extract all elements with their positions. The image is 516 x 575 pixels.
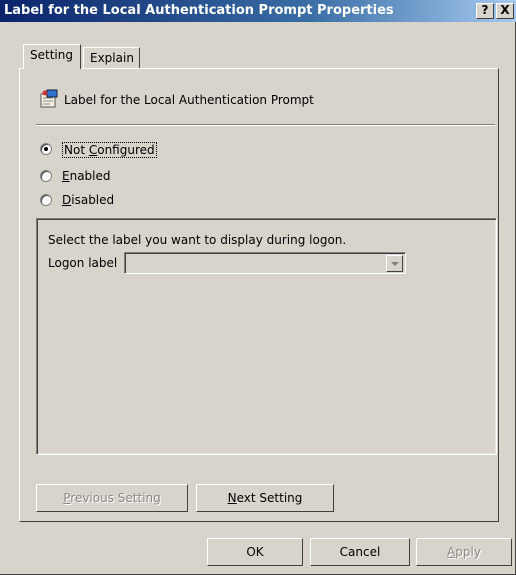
tab-setting-label: Setting <box>30 48 73 62</box>
tab-explain[interactable]: Explain <box>83 47 140 69</box>
setting-tab-panel <box>19 68 499 522</box>
ok-button[interactable]: OK <box>207 538 303 566</box>
cancel-button[interactable]: Cancel <box>310 538 410 566</box>
help-button[interactable]: ? <box>476 3 494 19</box>
close-button[interactable]: X <box>496 3 514 19</box>
properties-dialog: Label for the Local Authentication Promp… <box>0 0 516 575</box>
tab-setting[interactable]: Setting <box>23 44 81 69</box>
tab-explain-label: Explain <box>90 51 134 65</box>
apply-button[interactable]: Apply <box>416 538 512 566</box>
title-bar[interactable]: Label for the Local Authentication Promp… <box>0 0 516 22</box>
window-title: Label for the Local Authentication Promp… <box>4 3 394 18</box>
